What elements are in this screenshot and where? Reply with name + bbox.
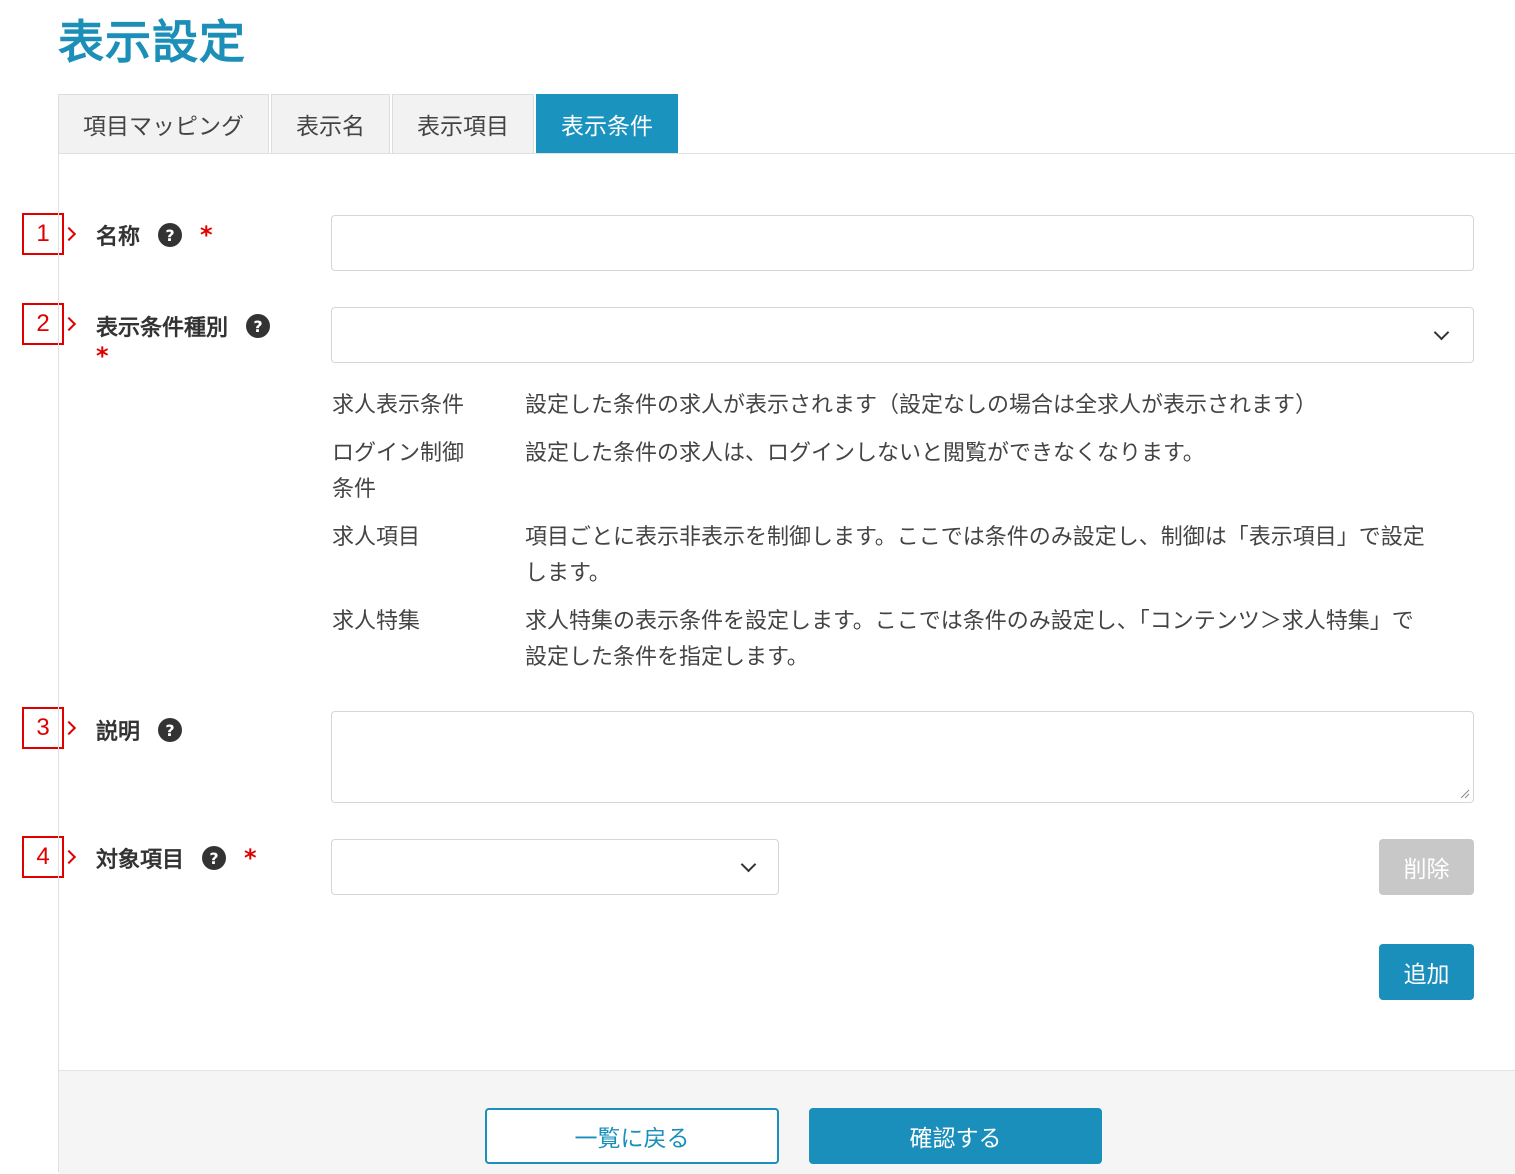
required-mark: * [96,342,109,370]
description-term: 求人表示条件 [332,393,465,418]
name-label-row: 名称 ? * [96,220,213,250]
delete-button[interactable]: 削除 [1379,839,1474,895]
help-icon[interactable]: ? [246,314,271,338]
target-item-select[interactable] [331,839,779,895]
chevron-down-icon [1433,324,1450,341]
description-label: 説明 [96,720,141,745]
tab-display-conditions[interactable]: 表示条件 [536,94,678,153]
help-icon[interactable]: ? [202,846,227,870]
chevron-down-icon [740,856,757,873]
required-mark: * [244,844,257,872]
description-text: 求人特集の表示条件を設定します。ここでは条件のみ設定し、「コンテンツ＞求人特集」… [525,609,1414,670]
target-item-label: 対象項目 [96,848,185,873]
page-title: 表示設定 [58,15,246,69]
form-panel: 名称 ? * 表示条件種別 ? * 求人表示条件 設定した条件の求人が表示されま… [58,153,1515,1174]
condition-type-label: 表示条件種別 [96,316,229,341]
name-input[interactable] [332,216,1473,270]
resize-handle-icon[interactable] [1460,789,1470,799]
condition-type-select[interactable] [331,307,1474,363]
description-textarea[interactable] [332,712,1473,802]
tab-item-mapping[interactable]: 項目マッピング [58,94,269,153]
description-text: 設定した条件の求人が表示されます（設定なしの場合は全求人が表示されます） [525,393,1318,418]
description-text: 項目ごとに表示非表示を制御します。ここでは条件のみ設定し、制御は「表示項目」で設… [525,525,1425,586]
tab-display-items[interactable]: 表示項目 [392,94,534,153]
tab-display-name[interactable]: 表示名 [271,94,390,153]
description-term: ログイン制御条件 [332,441,465,502]
description-term: 求人特集 [332,609,421,634]
required-mark: * [200,221,213,249]
form-footer: 一覧に戻る 確認する [59,1070,1515,1174]
help-icon[interactable]: ? [158,223,183,247]
condition-type-label-row: 表示条件種別 ? [96,311,271,341]
add-button[interactable]: 追加 [1379,944,1474,1000]
tab-bar: 項目マッピング 表示名 表示項目 表示条件 [58,94,680,153]
name-label: 名称 [96,225,141,250]
description-field[interactable] [331,711,1474,803]
description-text: 設定した条件の求人は、ログインしないと閲覧ができなくなります。 [525,441,1205,466]
name-field[interactable] [331,215,1474,271]
confirm-button[interactable]: 確認する [809,1108,1102,1164]
description-label-row: 説明 ? [96,715,183,745]
target-item-label-row: 対象項目 ? * [96,843,257,873]
help-icon[interactable]: ? [158,718,183,742]
back-to-list-button[interactable]: 一覧に戻る [485,1108,779,1164]
description-term: 求人項目 [332,525,421,550]
